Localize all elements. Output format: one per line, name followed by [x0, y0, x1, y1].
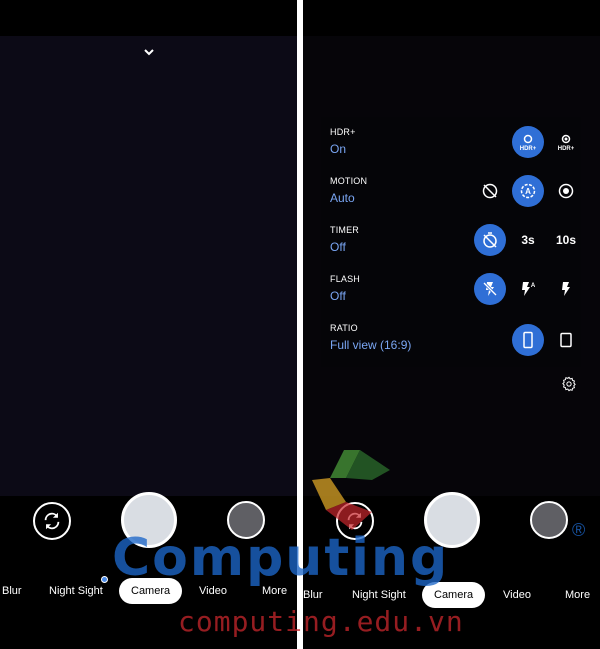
quick-settings-panel: HDR+ On HDR+ HDR+ MOTION Auto A TIMER Of…	[321, 117, 581, 367]
setting-motion: MOTION Auto A	[321, 175, 582, 216]
ratio-4-3-icon	[560, 332, 572, 348]
motion-on-option[interactable]	[550, 175, 582, 207]
setting-label: MOTION	[330, 176, 368, 186]
motion-auto-icon: A	[520, 183, 536, 199]
switch-camera-icon	[44, 512, 60, 530]
hdr-plus-enhanced-icon: HDR+	[558, 134, 575, 152]
ratio-full-icon	[523, 331, 533, 349]
setting-label: TIMER	[330, 225, 359, 235]
mode-video[interactable]: Video	[503, 582, 531, 608]
setting-label: HDR+	[330, 127, 356, 137]
timer-off-icon	[483, 232, 497, 248]
timer-10s-label: 10s	[555, 233, 577, 247]
watermark-brand: Computing	[112, 528, 450, 588]
chevron-down-icon[interactable]	[141, 46, 157, 58]
watermark-logo	[312, 450, 390, 530]
svg-text:A: A	[525, 187, 531, 196]
setting-label: RATIO	[330, 323, 358, 333]
new-feature-dot	[101, 576, 108, 583]
setting-label: FLASH	[330, 274, 361, 284]
ratio-4-3-option[interactable]	[550, 324, 582, 356]
hdr-plus-enhanced-option[interactable]: HDR+	[550, 126, 582, 158]
timer-3s-option[interactable]: 3s	[512, 224, 544, 256]
svg-text:HDR+: HDR+	[520, 146, 537, 152]
hdr-plus-on-option[interactable]: HDR+	[512, 126, 544, 158]
switch-camera-button[interactable]	[33, 502, 71, 540]
flash-on-icon	[562, 282, 570, 296]
setting-value: On	[330, 142, 347, 156]
setting-hdr: HDR+ On HDR+ HDR+	[321, 126, 582, 167]
mode-night-sight[interactable]: Night Sight	[49, 578, 103, 604]
motion-off-option[interactable]	[474, 175, 506, 207]
flash-on-option[interactable]	[550, 273, 582, 305]
setting-ratio: RATIO Full view (16:9)	[321, 323, 581, 363]
flash-off-icon	[482, 281, 498, 297]
setting-value: Off	[330, 240, 346, 254]
timer-3s-label: 3s	[521, 233, 535, 247]
timer-off-option[interactable]	[474, 224, 506, 256]
setting-value: Off	[330, 289, 346, 303]
watermark-url: computing.edu.vn	[178, 605, 464, 638]
motion-off-icon	[482, 183, 498, 199]
svg-text:HDR+: HDR+	[558, 146, 575, 152]
registered-mark: ®	[572, 520, 586, 540]
setting-timer: TIMER Off 3s 10s	[321, 224, 582, 265]
flash-off-option[interactable]	[474, 273, 506, 305]
flash-auto-option[interactable]: A	[512, 273, 544, 305]
timer-10s-option[interactable]: 10s	[550, 224, 582, 256]
gallery-thumbnail[interactable]	[530, 501, 568, 539]
ratio-full-view-option[interactable]	[512, 324, 544, 356]
setting-value: Auto	[330, 191, 355, 205]
setting-value: Full view (16:9)	[330, 338, 412, 352]
viewfinder[interactable]	[0, 36, 297, 496]
motion-auto-option[interactable]: A	[512, 175, 544, 207]
gear-icon[interactable]	[561, 376, 577, 392]
setting-flash: FLASH Off A	[321, 273, 582, 314]
svg-text:A: A	[531, 283, 536, 289]
motion-on-icon	[558, 183, 574, 199]
hdr-plus-on-icon: HDR+	[520, 134, 537, 152]
mode-blur[interactable]: Blur	[2, 578, 22, 604]
flash-auto-icon: A	[522, 282, 536, 296]
mode-more[interactable]: More	[565, 582, 590, 608]
